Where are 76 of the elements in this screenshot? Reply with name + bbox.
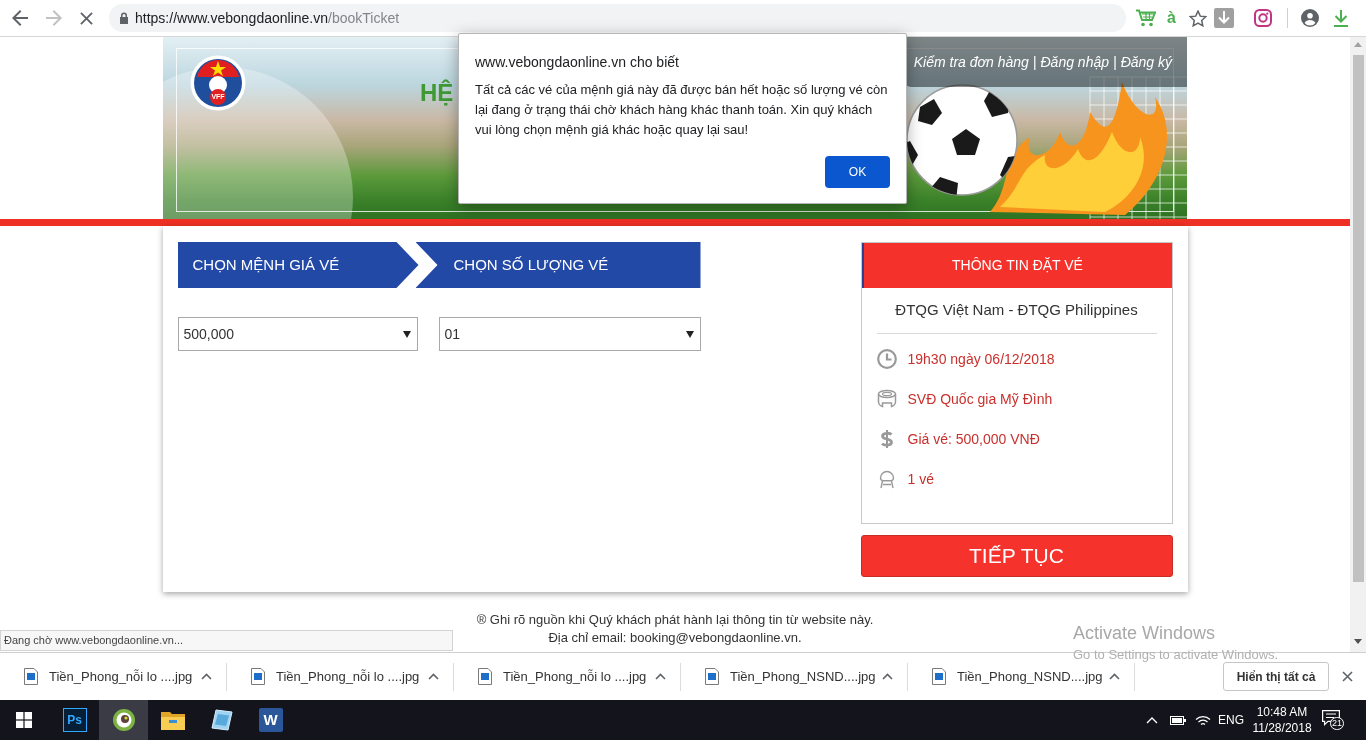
- clock-icon: [876, 349, 897, 369]
- image-file-icon: [251, 668, 265, 685]
- camera-square-icon[interactable]: [1253, 9, 1272, 27]
- caret-up-icon[interactable]: [1109, 673, 1120, 680]
- notification-count: 21: [1330, 717, 1344, 730]
- shopping-cart-icon[interactable]: [1136, 9, 1156, 27]
- caret-down-icon: [402, 330, 411, 338]
- step-header: CHỌN MỆNH GIÁ VÉ: [177, 242, 419, 288]
- banner-title: HỆ: [420, 78, 454, 108]
- address-bar[interactable]: https://www.vebongdaonline.vn/bookTicket: [109, 4, 1126, 32]
- folder-icon: [160, 710, 185, 730]
- clock-date[interactable]: 11/28/2018: [1252, 720, 1312, 736]
- download-item[interactable]: Tiền_Phong_nỗi lo ....jpg: [227, 662, 420, 691]
- continue-button[interactable]: TIẾP TỤC: [860, 535, 1173, 577]
- back-arrow-icon[interactable]: [12, 10, 28, 26]
- activation-hint: Go to Settings to activate Windows.: [1073, 647, 1279, 663]
- header-link[interactable]: Đăng nhập: [1040, 51, 1109, 73]
- header-link[interactable]: Kiểm tra đơn hàng: [913, 51, 1029, 73]
- image-file-icon: [478, 668, 492, 685]
- taskbar-button[interactable]: [99, 700, 148, 740]
- notification-icon[interactable]: [1322, 710, 1340, 726]
- footer-text: Địa chỉ email: booking@vebongdaonline.vn.: [548, 629, 802, 647]
- ring-app-icon: [111, 708, 136, 732]
- scroll-down-arrow-icon[interactable]: [1354, 639, 1362, 644]
- detail-text: Giá vé: 500,000 VNĐ: [907, 429, 1040, 449]
- detail-text: SVĐ Quốc gia Mỹ Đình: [907, 389, 1053, 409]
- detail-text: 1 vé: [907, 469, 934, 489]
- stop-icon[interactable]: [80, 11, 93, 25]
- url-text: https://www.vebongdaonline.vn/bookTicket: [135, 8, 400, 28]
- clock-time[interactable]: 10:48 AM: [1256, 704, 1308, 720]
- download-item[interactable]: Tiền_Phong_NSND....jpg: [681, 662, 876, 691]
- activation-title: Activate Windows: [1073, 622, 1217, 644]
- dropdown-select[interactable]: 500,000: [177, 317, 418, 351]
- scrollbar-thumb[interactable]: [1352, 55, 1364, 582]
- download-icon[interactable]: [1333, 9, 1348, 27]
- footer-text: ® Ghi rõ nguồn khi Quý khách phát hành lại thông tin từ website này.: [476, 611, 874, 629]
- dropdown-select[interactable]: 01: [438, 317, 701, 351]
- header-link[interactable]: Đăng ký: [1120, 51, 1172, 73]
- chevron-up-icon[interactable]: [1146, 716, 1158, 724]
- taskbar-button[interactable]: Ps: [50, 700, 99, 740]
- detail-text: 19h30 ngày 06/12/2018: [907, 349, 1055, 369]
- dialog-message: Tất cả các vé của mệnh giá này đã được bán hết hoặc số lượng vé còn lại đang ở trạng thái chờ khách hàng khác thanh toán. Xin quý khách vui lòng chọn mệnh giá khác hoặc quay lại sau!: [475, 81, 889, 139]
- caret-up-icon[interactable]: [428, 673, 439, 680]
- panel-header: THÔNG TIN ĐẶT VÉ: [861, 243, 1172, 288]
- image-file-icon: [24, 668, 38, 685]
- app-logo-tile: W: [258, 708, 283, 732]
- star-icon[interactable]: [1188, 9, 1207, 27]
- caret-up-icon[interactable]: [882, 673, 893, 680]
- link-separator: |: [1113, 52, 1117, 72]
- caret-down-icon: [685, 330, 694, 338]
- wifi-icon[interactable]: [1195, 714, 1211, 726]
- dialog-title: www.vebongdaonline.vn cho biết: [475, 53, 680, 72]
- download-item[interactable]: Tiền_Phong_nỗi lo ....jpg: [454, 662, 647, 691]
- step-header: CHỌN SỐ LƯỢNG VÉ: [415, 242, 701, 288]
- caret-up-icon[interactable]: [655, 673, 666, 680]
- match-title: ĐTQG Việt Nam - ĐTQG Philippines: [894, 300, 1139, 320]
- caret-up-icon[interactable]: [201, 673, 212, 680]
- download-item[interactable]: Tiền_Phong_NSND....jpg: [908, 662, 1103, 691]
- battery-icon[interactable]: [1170, 715, 1186, 725]
- show-all-button[interactable]: Hiển thị tất cả: [1223, 662, 1329, 691]
- account-icon[interactable]: [1300, 9, 1319, 27]
- tablet-app-icon: [209, 709, 234, 731]
- emblem-icon: [190, 55, 246, 111]
- taskbar-button[interactable]: W: [246, 700, 295, 740]
- language-indicator[interactable]: ENG: [1218, 711, 1244, 729]
- status-bubble: Đang chờ www.vebongdaonline.vn...: [0, 630, 453, 651]
- image-file-icon: [705, 668, 719, 685]
- lock-icon: [119, 12, 129, 24]
- link-separator: |: [1032, 52, 1037, 72]
- stadium-icon: [876, 389, 897, 409]
- ok-button[interactable]: OK: [825, 156, 890, 188]
- close-icon[interactable]: [1342, 671, 1353, 682]
- windows-logo-icon: [16, 712, 32, 728]
- download-item[interactable]: Tiền_Phong_nỗi lo ....jpg: [0, 662, 193, 691]
- app-logo-tile: Ps: [62, 708, 87, 732]
- image-file-icon: [932, 668, 946, 685]
